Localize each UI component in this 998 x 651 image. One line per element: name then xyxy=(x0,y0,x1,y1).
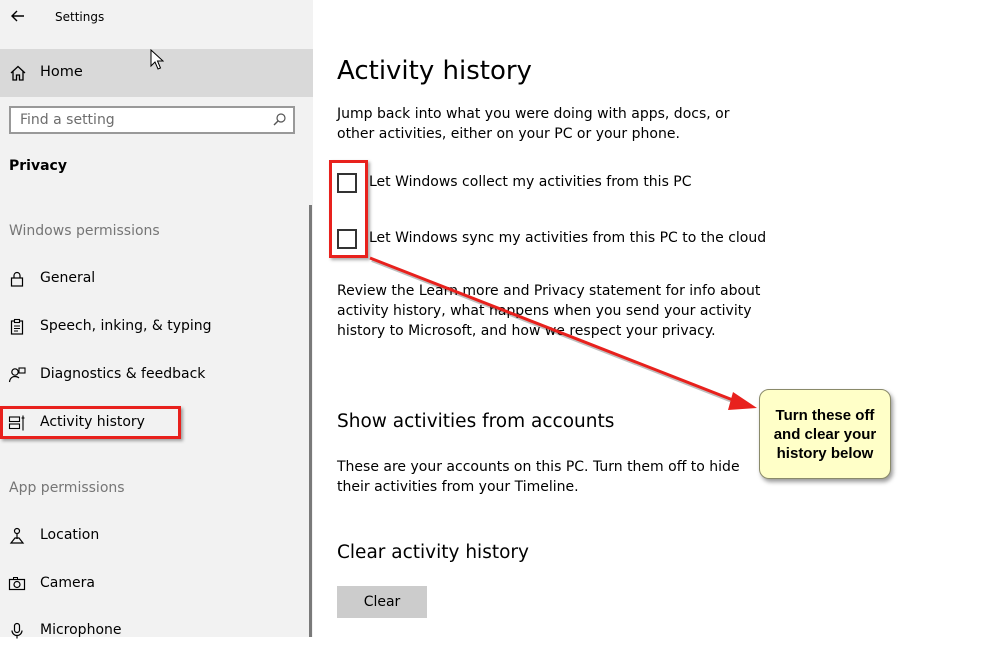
section-title: Privacy xyxy=(9,158,67,174)
sidebar-item-label: Location xyxy=(40,527,100,543)
window-title: Settings xyxy=(55,10,105,24)
microphone-icon xyxy=(11,622,23,639)
sidebar-item-camera[interactable]: Camera xyxy=(0,564,300,604)
clear-button[interactable]: Clear xyxy=(337,586,427,618)
sidebar-item-label: Speech, inking, & typing xyxy=(40,318,212,334)
location-icon xyxy=(9,527,25,544)
sidebar-item-general[interactable]: General xyxy=(0,259,300,299)
clear-heading: Clear activity history xyxy=(337,542,529,563)
privacy-text: Review the Learn more and Privacy statem… xyxy=(337,283,761,339)
sidebar-item-location[interactable]: Location xyxy=(0,516,300,556)
activity-history-highlight xyxy=(0,406,181,439)
lock-icon xyxy=(10,271,24,287)
search-box[interactable] xyxy=(9,106,295,134)
sidebar: Settings Home Privacy Windows permission… xyxy=(0,0,313,639)
callout-text: Turn these off and clear your history be… xyxy=(773,406,877,462)
search-icon[interactable] xyxy=(272,112,287,127)
sync-activities-label: Let Windows sync my activities from this… xyxy=(369,230,767,246)
sidebar-item-label: General xyxy=(40,270,96,286)
person-feedback-icon xyxy=(8,367,26,383)
home-icon xyxy=(10,65,26,81)
clipboard-icon xyxy=(10,318,24,335)
sidebar-item-microphone[interactable]: Microphone xyxy=(0,611,300,651)
camera-icon xyxy=(8,577,26,591)
checkbox-highlight xyxy=(329,160,368,258)
group-label-windows-permissions: Windows permissions xyxy=(9,223,160,239)
title-bar: Settings xyxy=(0,0,313,36)
sidebar-scrollbar[interactable] xyxy=(309,205,312,637)
sidebar-item-label: Diagnostics & feedback xyxy=(40,366,206,382)
main-content: Activity history Jump back into what you… xyxy=(313,0,998,637)
mouse-cursor-icon xyxy=(150,49,164,70)
sidebar-item-label: Microphone xyxy=(40,622,122,638)
accounts-text: These are your accounts on this PC. Turn… xyxy=(337,459,740,495)
sidebar-item-speech[interactable]: Speech, inking, & typing xyxy=(0,307,300,347)
collect-activities-label: Let Windows collect my activities from t… xyxy=(369,174,692,190)
search-input[interactable] xyxy=(11,108,270,132)
group-label-app-permissions: App permissions xyxy=(9,480,125,496)
page-title: Activity history xyxy=(337,56,532,86)
back-button[interactable] xyxy=(8,6,28,26)
intro-text: Jump back into what you were doing with … xyxy=(337,106,730,142)
sidebar-item-label: Camera xyxy=(40,575,95,591)
accounts-heading: Show activities from accounts xyxy=(337,411,615,432)
sidebar-item-diagnostics[interactable]: Diagnostics & feedback xyxy=(0,355,300,395)
home-label: Home xyxy=(40,64,83,80)
annotation-callout: Turn these off and clear your history be… xyxy=(759,389,891,479)
back-arrow-icon xyxy=(11,10,24,22)
